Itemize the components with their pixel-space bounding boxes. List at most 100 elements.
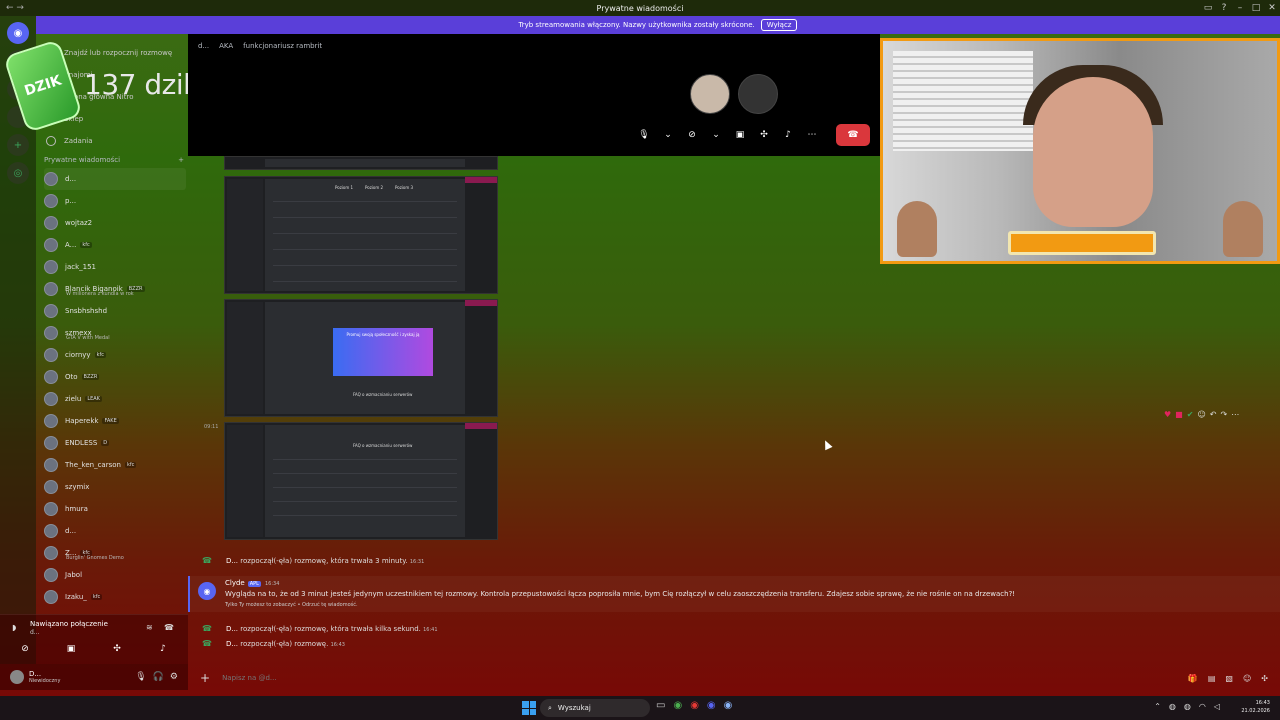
dm-item[interactable]: d... bbox=[44, 168, 186, 190]
voice-status: Nawiązano połączenie bbox=[30, 620, 108, 628]
dm-item[interactable]: Blancik Biganoik BZZR W milionera z kundla… bbox=[44, 278, 186, 300]
apps-icon[interactable]: ✣ bbox=[1261, 674, 1268, 683]
dm-item[interactable]: hmura bbox=[44, 498, 186, 520]
settings-icon[interactable]: ⚙ bbox=[170, 672, 178, 682]
add-server-icon[interactable]: + bbox=[7, 134, 29, 156]
avatar bbox=[44, 348, 58, 362]
activities-icon[interactable]: ✣ bbox=[754, 126, 774, 144]
headphones-icon[interactable]: 🎧 bbox=[153, 672, 164, 682]
dm-item[interactable]: ciornyy kfc bbox=[44, 344, 186, 366]
call-participant-avatar[interactable] bbox=[690, 74, 730, 114]
dm-name: ciornyy bbox=[65, 351, 91, 359]
dm-item[interactable]: Z... kfc Burglin' Gnomes Demo bbox=[44, 542, 186, 564]
dm-name: Haperekk bbox=[65, 417, 99, 425]
dm-item[interactable]: d... bbox=[44, 520, 186, 542]
camera-off-icon[interactable]: ⊘ bbox=[8, 641, 42, 657]
dm-item[interactable]: Haperekk FAKE bbox=[44, 410, 186, 432]
more-icon[interactable]: ⋯ bbox=[1231, 410, 1239, 419]
volume-icon[interactable]: ◁ bbox=[1214, 702, 1220, 711]
tray-app-icon[interactable]: ◍ bbox=[1169, 702, 1176, 711]
camera-toggle-icon[interactable]: ⊘ bbox=[682, 126, 702, 144]
minimize-button[interactable]: – bbox=[1232, 3, 1248, 13]
sidebar-item-quests[interactable]: Zadania bbox=[36, 130, 188, 152]
search-icon: ⌕ bbox=[548, 703, 552, 712]
disable-streamer-button[interactable]: Wyłącz bbox=[760, 19, 798, 31]
chrome-icon[interactable]: ◉ bbox=[673, 700, 682, 711]
attachment-image[interactable]: Poziom 1 Poziom 2 Poziom 3 bbox=[224, 176, 498, 294]
check-reaction-icon[interactable]: ✔ bbox=[1187, 410, 1194, 419]
attachment-image[interactable]: Promuj swoją społeczność i zyskaj ją FAQ… bbox=[224, 299, 498, 417]
help-icon[interactable]: ? bbox=[1216, 3, 1232, 13]
dm-name: Oto bbox=[65, 373, 78, 381]
dm-item[interactable]: wojtaz2 bbox=[44, 212, 186, 234]
b-reaction-icon[interactable]: ■ bbox=[1175, 410, 1183, 419]
attachment-image[interactable] bbox=[224, 156, 498, 170]
signal-icon: ◗ bbox=[12, 623, 17, 632]
dm-name: Izaku_ bbox=[65, 593, 87, 601]
dm-item[interactable]: Snsbhshshd bbox=[44, 300, 186, 322]
emoji-icon[interactable]: ☺ bbox=[1243, 674, 1251, 683]
tray-app-icon[interactable]: ◍ bbox=[1184, 702, 1191, 711]
share-screen-icon[interactable]: ▣ bbox=[54, 641, 88, 657]
more-icon[interactable]: ⋯ bbox=[802, 126, 822, 144]
dm-item[interactable]: zielu LEAK bbox=[44, 388, 186, 410]
file-explorer-icon[interactable]: ▭ bbox=[656, 700, 665, 711]
gif-icon[interactable]: ▤ bbox=[1208, 674, 1216, 683]
close-button[interactable]: ✕ bbox=[1264, 3, 1280, 13]
dm-item[interactable]: szymix bbox=[44, 476, 186, 498]
heart-reaction-icon[interactable]: ♥ bbox=[1164, 410, 1171, 419]
avatar bbox=[44, 524, 58, 538]
wifi-icon[interactable]: ◠ bbox=[1199, 702, 1206, 711]
taskbar-search[interactable]: ⌕ Wyszukaj bbox=[540, 699, 650, 717]
disconnect-icon[interactable]: ☎ bbox=[164, 623, 174, 632]
dm-name: jack_151 bbox=[65, 263, 96, 271]
discord-icon[interactable]: ◉ bbox=[707, 700, 716, 711]
microphone-icon[interactable]: 🎙 bbox=[135, 672, 146, 682]
add-reaction-icon[interactable]: ☺ bbox=[1197, 410, 1205, 419]
discover-icon[interactable]: ◎ bbox=[7, 162, 29, 184]
dm-name: d... bbox=[65, 175, 77, 183]
chevron-down-icon[interactable]: ⌄ bbox=[706, 126, 726, 144]
dm-item[interactable]: ENDLESS D bbox=[44, 432, 186, 454]
dm-item[interactable]: jack_151 bbox=[44, 256, 186, 278]
dm-item[interactable]: Jabol bbox=[44, 564, 186, 586]
attachment-image[interactable]: FAQ o wzmacnianiu serwerów bbox=[224, 422, 498, 540]
call-participant-avatar[interactable] bbox=[738, 74, 778, 114]
dm-item[interactable]: szmexx GTA V with Medal bbox=[44, 322, 186, 344]
attach-icon[interactable]: + bbox=[200, 671, 210, 685]
mic-toggle-icon[interactable]: 🎙 bbox=[634, 126, 654, 144]
dm-name: The_ken_carson bbox=[65, 461, 121, 469]
noise-suppression-icon[interactable]: ≋ bbox=[146, 623, 153, 632]
dm-item[interactable]: Izaku_ kfc bbox=[44, 586, 186, 608]
clock[interactable]: 16:43 21.02.2026 bbox=[1241, 699, 1270, 715]
add-dm-icon[interactable]: + bbox=[178, 156, 184, 164]
soundboard-icon[interactable]: ♪ bbox=[778, 126, 798, 144]
chrome-icon[interactable]: ◉ bbox=[690, 700, 699, 711]
start-icon[interactable] bbox=[522, 701, 536, 715]
sticker-icon[interactable]: ▧ bbox=[1225, 674, 1233, 683]
system-message: ☎ D... rozpoczął(-ęła) rozmowę. 16:43 bbox=[202, 639, 345, 648]
end-call-button[interactable]: ☎ bbox=[836, 124, 870, 146]
dm-tag-badge: LEAK bbox=[85, 396, 102, 402]
steam-icon[interactable]: ◉ bbox=[724, 700, 733, 711]
inbox-icon[interactable]: ▭ bbox=[1200, 3, 1216, 13]
ephemeral-note[interactable]: Tylko Ty możesz to zobaczyć • Odrzuć tę … bbox=[225, 602, 358, 608]
message-input[interactable] bbox=[222, 674, 1083, 682]
forward-icon[interactable]: ↷ bbox=[1220, 410, 1227, 419]
maximize-button[interactable]: □ bbox=[1248, 3, 1264, 13]
reply-icon[interactable]: ↶ bbox=[1210, 410, 1217, 419]
activities-icon[interactable]: ✣ bbox=[100, 641, 134, 657]
tray-arrow-icon[interactable]: ⌃ bbox=[1154, 702, 1161, 711]
dm-name: Jabol bbox=[65, 571, 83, 579]
dm-item[interactable]: A... kfc bbox=[44, 234, 186, 256]
chevron-down-icon[interactable]: ⌄ bbox=[658, 126, 678, 144]
dm-tag-badge: kfc bbox=[94, 352, 106, 358]
gift-icon[interactable]: 🎁 bbox=[1188, 674, 1198, 683]
dm-item[interactable]: p... bbox=[44, 190, 186, 212]
soundboard-icon[interactable]: ♪ bbox=[146, 641, 180, 657]
avatar[interactable] bbox=[10, 670, 24, 684]
share-screen-icon[interactable]: ▣ bbox=[730, 126, 750, 144]
dm-item[interactable]: The_ken_carson kfc bbox=[44, 454, 186, 476]
dm-tag-badge: kfc bbox=[80, 242, 92, 248]
dm-item[interactable]: Oto BZZR bbox=[44, 366, 186, 388]
